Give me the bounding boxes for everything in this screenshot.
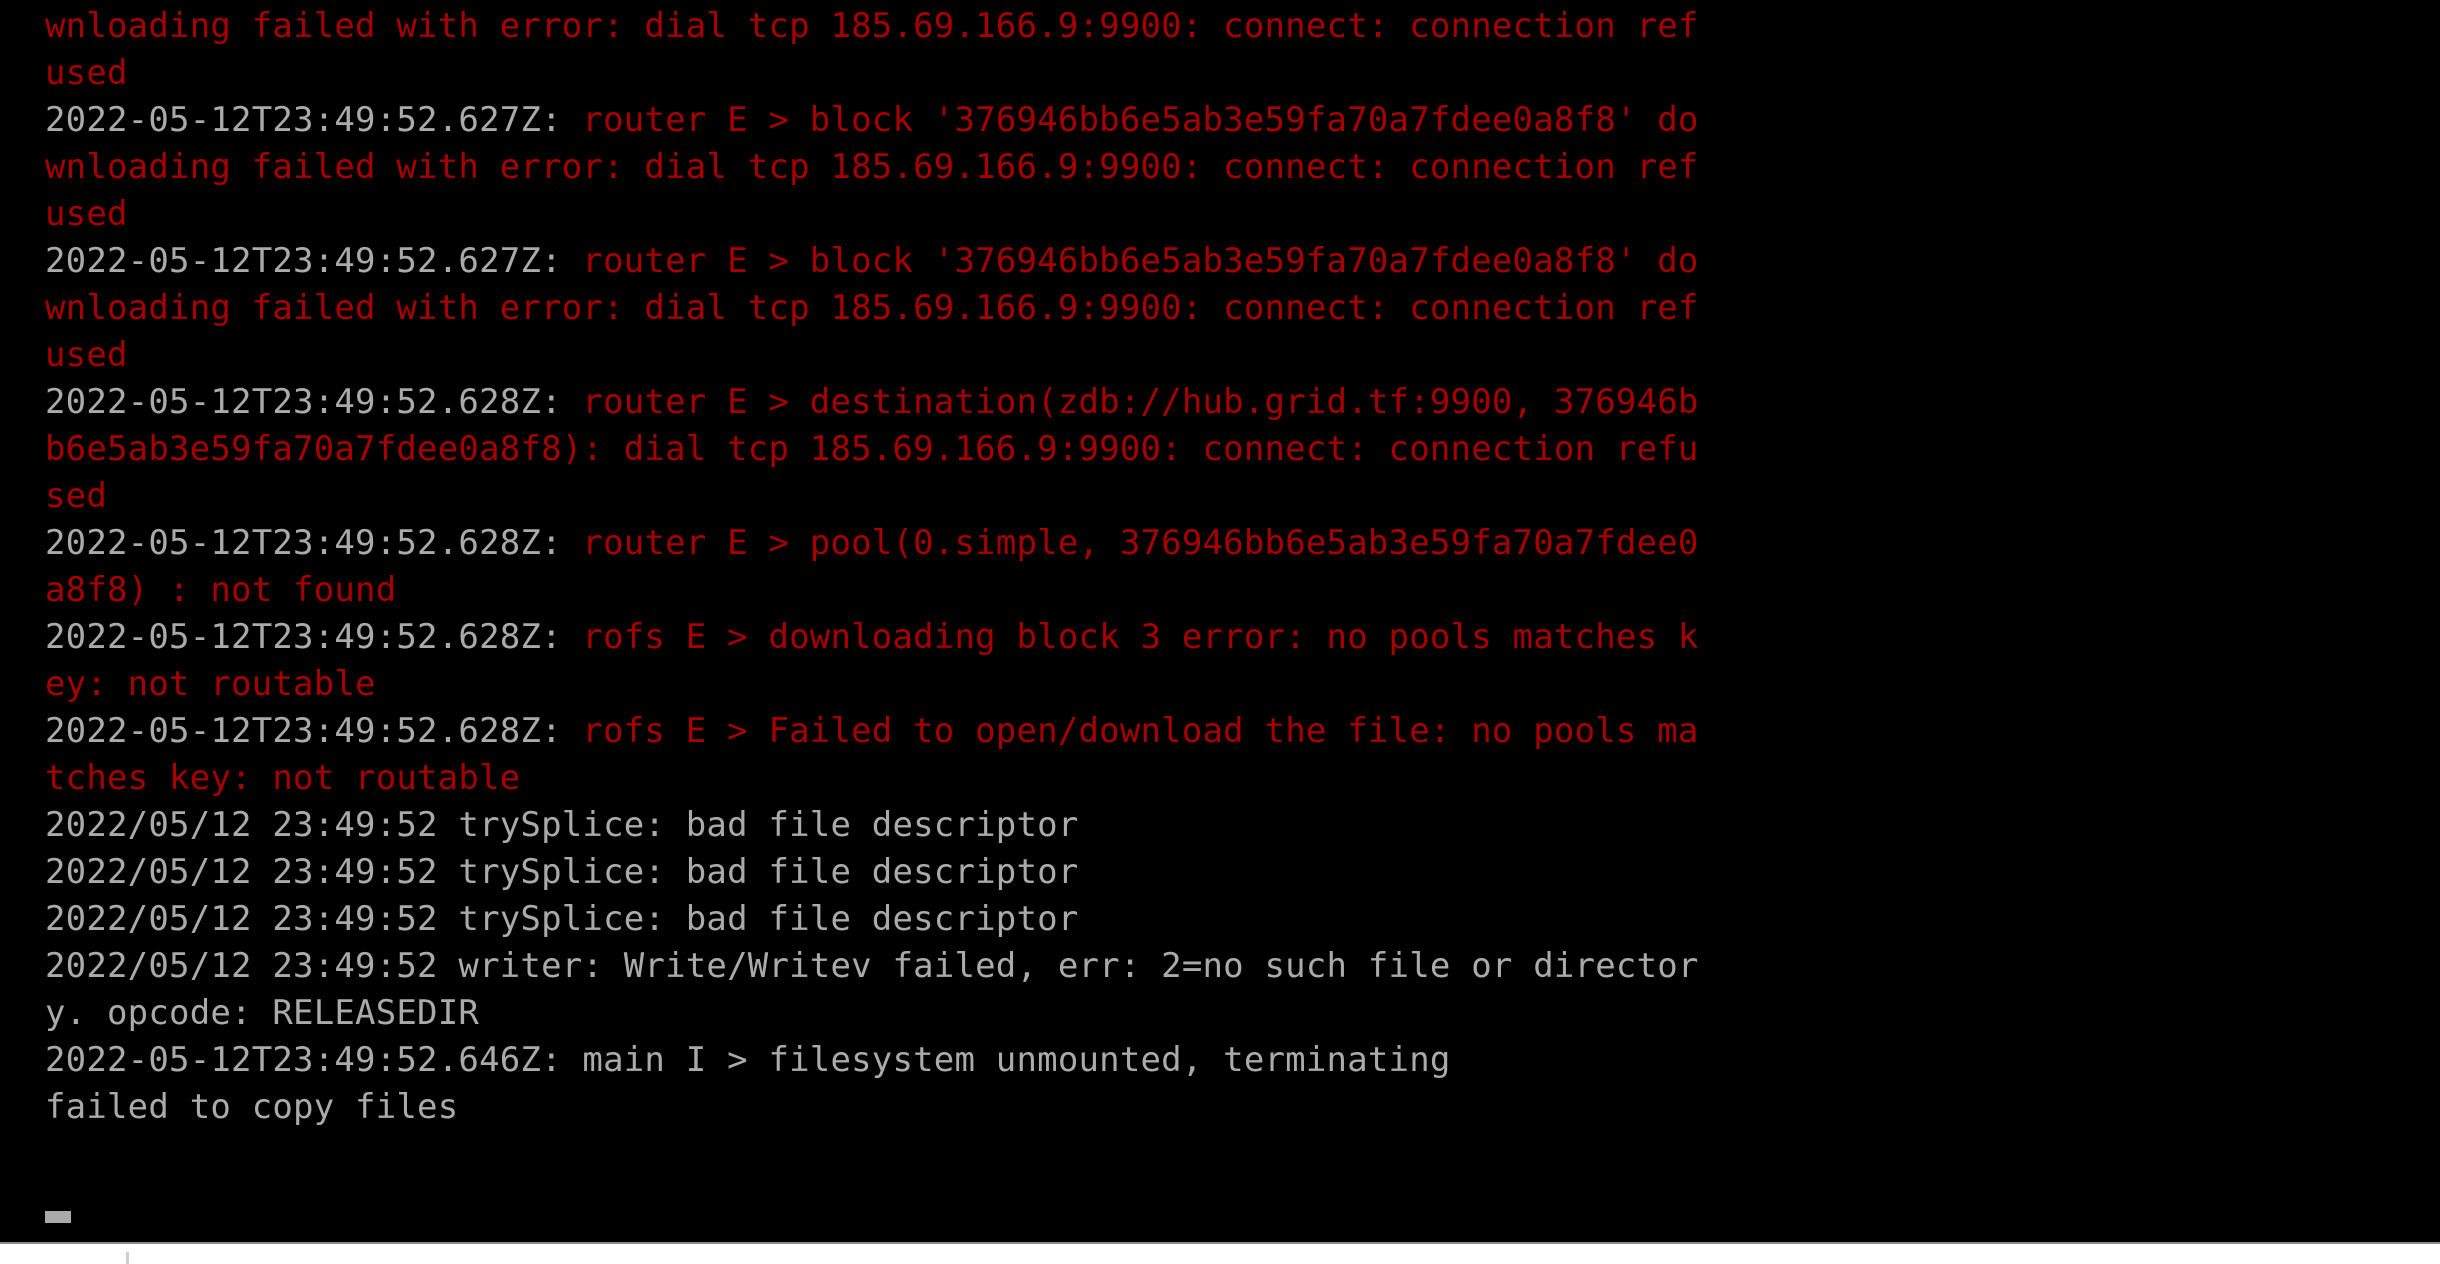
log-message-error: rofs E > Failed to open/download the fil…	[561, 711, 1699, 751]
log-line: ey: not routable	[45, 661, 2440, 708]
log-line: used	[45, 191, 2440, 238]
window-bottom-strip	[0, 1242, 2440, 1264]
log-timestamp: 2022-05-12T23:49:52.628Z:	[45, 382, 562, 422]
log-line: 2022-05-12T23:49:52.628Z: router E > poo…	[45, 520, 2440, 567]
log-message: y. opcode: RELEASEDIR	[45, 993, 480, 1033]
log-message: 2022/05/12 23:49:52 trySplice: bad file …	[45, 899, 1079, 939]
log-message-error: wnloading failed with error: dial tcp 18…	[45, 6, 1699, 46]
console-output-log[interactable]: wnloading failed with error: dial tcp 18…	[0, 0, 2440, 1178]
log-message-error: wnloading failed with error: dial tcp 18…	[45, 147, 1699, 187]
log-line: b6e5ab3e59fa70a7fdee0a8f8): dial tcp 185…	[45, 426, 2440, 473]
log-message: 2022/05/12 23:49:52 trySplice: bad file …	[45, 805, 1079, 845]
log-timestamp: 2022-05-12T23:49:52.627Z:	[45, 241, 562, 281]
log-timestamp: 2022-05-12T23:49:52.627Z:	[45, 100, 562, 140]
log-line: 2022/05/12 23:49:52 trySplice: bad file …	[45, 896, 2440, 943]
log-message-error: used	[45, 194, 128, 234]
log-message-error: a8f8) : not found	[45, 570, 397, 610]
log-line: 2022-05-12T23:49:52.646Z: main I > files…	[45, 1037, 2440, 1084]
log-message-error: used	[45, 335, 128, 375]
log-message: 2022/05/12 23:49:52 trySplice: bad file …	[45, 852, 1079, 892]
log-line: failed to copy files	[45, 1084, 2440, 1131]
log-line: y. opcode: RELEASEDIR	[45, 990, 2440, 1037]
log-message-error: b6e5ab3e59fa70a7fdee0a8f8): dial tcp 185…	[45, 429, 1699, 469]
window-bottom-strip-tick	[126, 1252, 129, 1264]
log-message-error: wnloading failed with error: dial tcp 18…	[45, 288, 1699, 328]
log-line: used	[45, 50, 2440, 97]
log-line: 2022-05-12T23:49:52.628Z: rofs E > downl…	[45, 614, 2440, 661]
log-line: 2022/05/12 23:49:52 trySplice: bad file …	[45, 849, 2440, 896]
log-timestamp: 2022-05-12T23:49:52.628Z:	[45, 711, 562, 751]
log-line: used	[45, 332, 2440, 379]
log-message-error: router E > destination(zdb://hub.grid.tf…	[561, 382, 1699, 422]
log-message-error: router E > block '376946bb6e5ab3e59fa70a…	[561, 241, 1699, 281]
log-message: 2022/05/12 23:49:52 writer: Write/Writev…	[45, 946, 1699, 986]
log-message-error: used	[45, 53, 128, 93]
log-timestamp: 2022-05-12T23:49:52.628Z:	[45, 617, 562, 657]
log-message-error: ey: not routable	[45, 664, 376, 704]
log-line: 2022/05/12 23:49:52 trySplice: bad file …	[45, 802, 2440, 849]
log-message-error: rofs E > downloading block 3 error: no p…	[561, 617, 1699, 657]
log-line: 2022-05-12T23:49:52.627Z: router E > blo…	[45, 238, 2440, 285]
log-line: wnloading failed with error: dial tcp 18…	[45, 285, 2440, 332]
log-message-error: router E > block '376946bb6e5ab3e59fa70a…	[561, 100, 1699, 140]
log-message: 2022-05-12T23:49:52.646Z: main I > files…	[45, 1040, 1451, 1080]
log-line: 2022/05/12 23:49:52 writer: Write/Writev…	[45, 943, 2440, 990]
log-message-error: tches key: not routable	[45, 758, 521, 798]
log-line: a8f8) : not found	[45, 567, 2440, 614]
terminal-cursor	[45, 1211, 71, 1223]
log-line: sed	[45, 473, 2440, 520]
log-message-error: sed	[45, 476, 108, 516]
log-message: failed to copy files	[45, 1087, 459, 1127]
log-line: 2022-05-12T23:49:52.628Z: router E > des…	[45, 379, 2440, 426]
log-message-error: router E > pool(0.simple, 376946bb6e5ab3…	[561, 523, 1699, 563]
log-line: tches key: not routable	[45, 755, 2440, 802]
terminal-window[interactable]: wnloading failed with error: dial tcp 18…	[0, 0, 2440, 1264]
log-line: wnloading failed with error: dial tcp 18…	[45, 3, 2440, 50]
log-timestamp: 2022-05-12T23:49:52.628Z:	[45, 523, 562, 563]
log-line: 2022-05-12T23:49:52.628Z: rofs E > Faile…	[45, 708, 2440, 755]
log-line: 2022-05-12T23:49:52.627Z: router E > blo…	[45, 97, 2440, 144]
log-line: wnloading failed with error: dial tcp 18…	[45, 144, 2440, 191]
